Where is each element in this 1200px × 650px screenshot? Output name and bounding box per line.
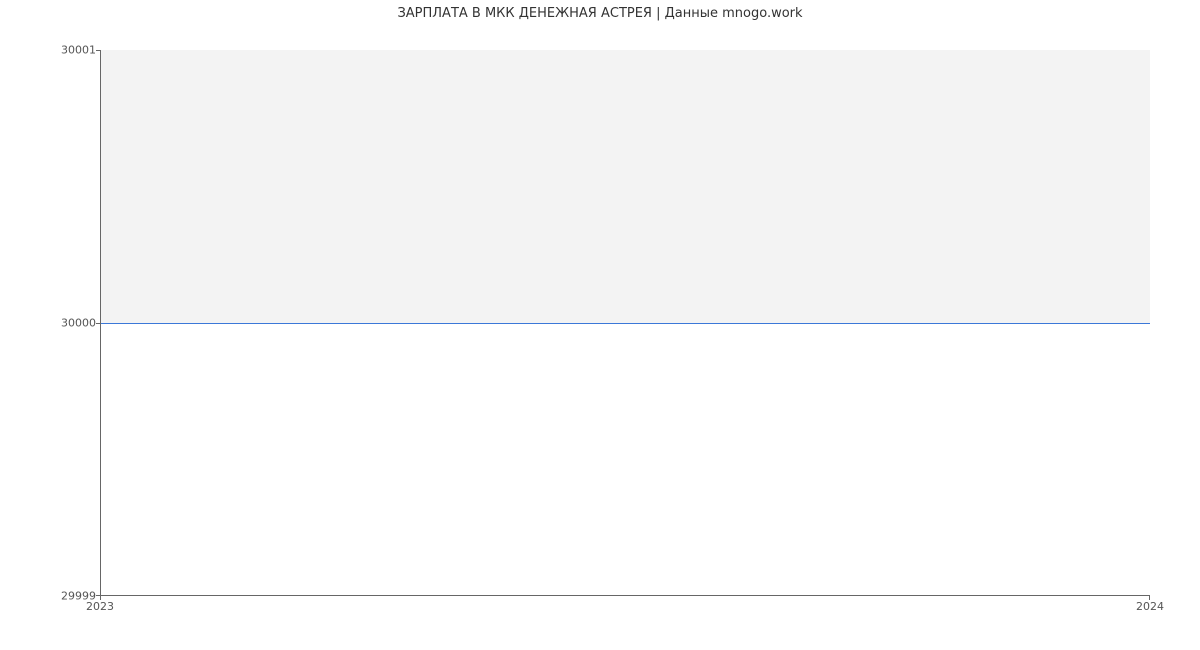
- chart-container: ЗАРПЛАТА В МКК ДЕНЕЖНАЯ АСТРЕЯ | Данные …: [0, 0, 1200, 620]
- x-tick-mark: [1149, 596, 1150, 600]
- data-line: [101, 323, 1150, 324]
- plot-area: [100, 50, 1150, 596]
- chart-title: ЗАРПЛАТА В МКК ДЕНЕЖНАЯ АСТРЕЯ | Данные …: [0, 6, 1200, 21]
- y-tick-label: 29999: [16, 590, 96, 603]
- x-tick-mark: [100, 596, 101, 600]
- area-fill: [101, 50, 1150, 323]
- y-tick-label: 30000: [16, 317, 96, 330]
- x-tick-label: 2024: [1136, 600, 1164, 613]
- y-tick-label: 30001: [16, 44, 96, 57]
- x-tick-label: 2023: [86, 600, 114, 613]
